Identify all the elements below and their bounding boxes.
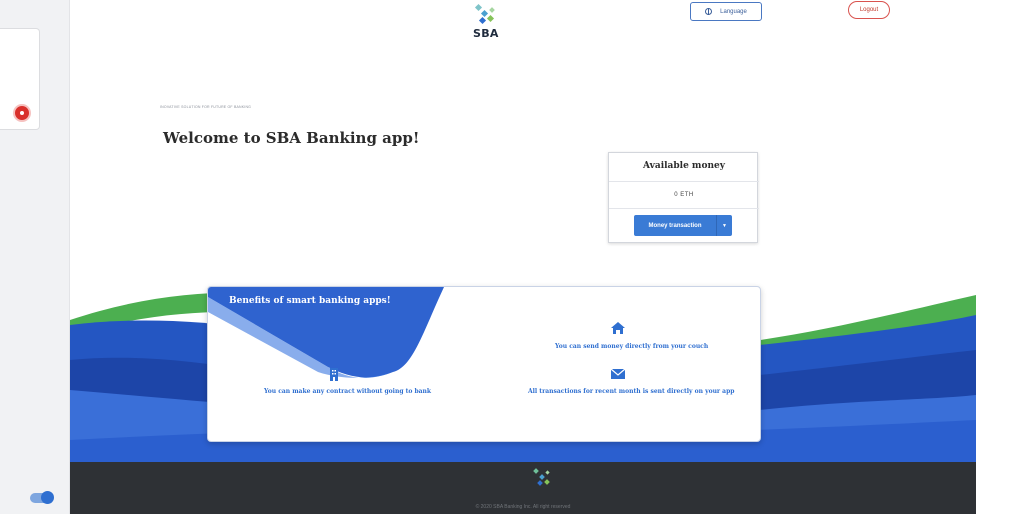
- envelope-icon: [610, 368, 626, 379]
- app-page: SBA Language Logout INOVATIVE SOLUTION F…: [0, 0, 1010, 532]
- benefit-text-couch: You can send money directly from your co…: [555, 343, 709, 350]
- money-transaction-label: Money transaction: [648, 222, 702, 229]
- language-button[interactable]: Language: [690, 2, 762, 21]
- money-transaction-button[interactable]: Money transaction ▼: [634, 215, 732, 236]
- caret-down-icon[interactable]: ▼: [716, 215, 732, 236]
- footer-logo-icon: [533, 468, 550, 486]
- benefits-card: Benefits of smart banking apps! You can …: [207, 286, 761, 442]
- top-header: SBA Language Logout: [70, 0, 976, 60]
- tagline: INOVATIVE SOLUTION FOR FUTURE OF BANKING: [160, 105, 252, 109]
- globe-icon: [705, 8, 713, 15]
- language-label: Language: [720, 8, 747, 15]
- benefits-title: Benefits of smart banking apps!: [229, 296, 391, 306]
- money-card-title: Available money: [643, 161, 725, 171]
- footer: © 2020 SBA Banking Inc. All right reserv…: [70, 462, 976, 514]
- right-margin: [976, 0, 1010, 532]
- home-icon: [611, 322, 625, 334]
- divider: [609, 181, 759, 182]
- benefit-text-contract: You can make any contract without going …: [264, 388, 432, 395]
- building-icon: [330, 368, 338, 381]
- bottom-margin: [0, 514, 1010, 532]
- logo-text: SBA: [473, 27, 499, 40]
- toggle-knob: [41, 491, 54, 504]
- logout-button[interactable]: Logout: [848, 1, 890, 19]
- toggle-switch[interactable]: [30, 491, 54, 504]
- divider: [609, 208, 759, 209]
- benefit-text-transactions: All transactions for recent month is sen…: [528, 388, 735, 395]
- money-amount: 0 ETH: [674, 192, 694, 198]
- record-icon[interactable]: [13, 104, 31, 122]
- copyright-text: © 2020 SBA Banking Inc. All right reserv…: [475, 504, 571, 510]
- page-title: Welcome to SBA Banking app!: [163, 129, 420, 147]
- benefits-header-shape: [208, 287, 444, 379]
- available-money-card: Available money 0 ETH Money transaction …: [608, 152, 759, 243]
